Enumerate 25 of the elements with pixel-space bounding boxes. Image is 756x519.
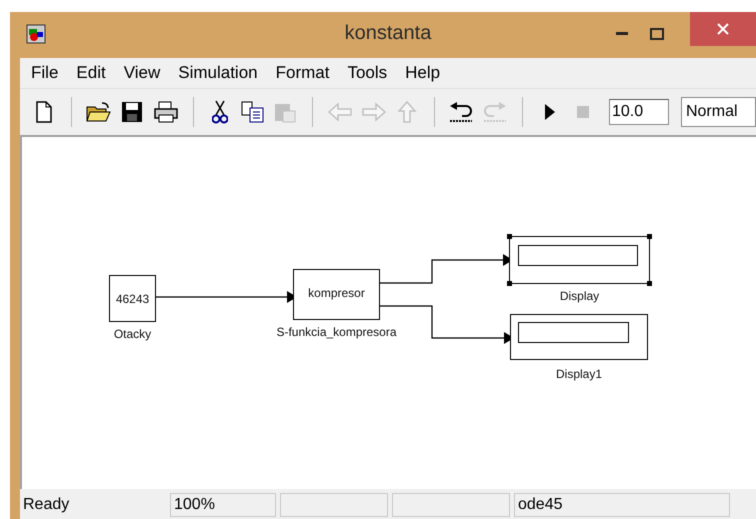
mode-dropdown[interactable]: Normal [680,97,756,127]
menu-item[interactable]: File [22,63,68,83]
menu-item[interactable]: Help [396,63,450,83]
close-button[interactable] [690,12,756,46]
status-message: Ready [22,495,70,515]
block-label: S-funkcia_kompresora [276,325,397,339]
maximize-icon[interactable] [650,28,664,40]
display-block[interactable] [510,314,648,360]
menu-item[interactable]: Format [266,63,338,83]
stop-time-field[interactable]: 10.0 [608,99,669,125]
zoom-level: 100% [170,493,276,517]
display-block[interactable] [509,236,650,284]
menu-item[interactable]: Simulation [169,63,267,83]
constant-block[interactable]: 46243 [109,275,156,322]
app-icon [26,24,46,44]
solver-name: ode45 [514,493,730,517]
window-title: konstanta [344,22,432,45]
block-label: Display [560,289,600,303]
block-label: Display1 [556,367,602,381]
menu-item[interactable]: Tools [338,63,396,83]
block-label: Otacky [114,327,152,341]
function-block[interactable]: kompresor [293,269,380,320]
minimize-icon[interactable] [616,32,628,36]
menu-item[interactable]: View [114,63,170,83]
menu-item[interactable]: Edit [67,63,115,83]
